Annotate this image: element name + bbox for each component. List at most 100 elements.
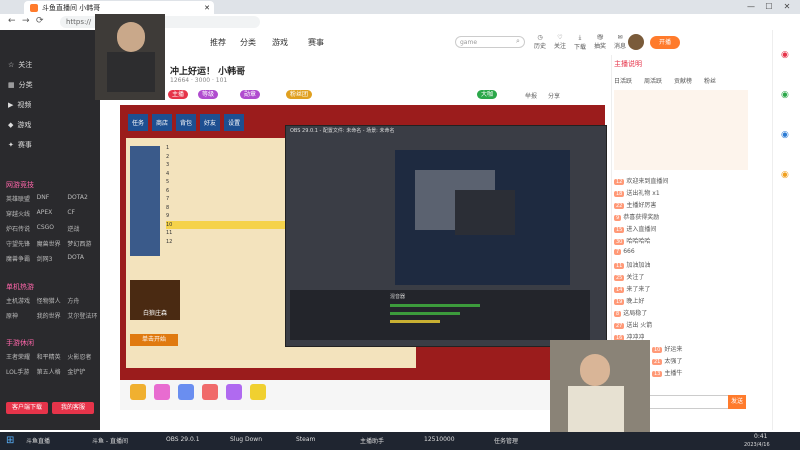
message-icon[interactable]: ✉ 消息 — [612, 34, 628, 50]
person-face — [580, 354, 610, 386]
sidebar-link[interactable]: 穿越火线 — [6, 209, 37, 218]
sidebar-link[interactable]: DOTA2 — [67, 194, 98, 203]
gift-icon[interactable] — [154, 384, 170, 400]
gift-icon[interactable]: 🎁︎ 抽奖 — [592, 34, 608, 50]
chat-tab[interactable]: 贡献榜 — [674, 76, 692, 85]
sidebar-link[interactable]: 王者荣耀 — [6, 352, 37, 361]
game-menu-item[interactable]: 背包 — [176, 114, 197, 131]
game-icon: ◆ — [8, 121, 14, 129]
chat-tab[interactable]: 粉丝 — [704, 76, 716, 85]
send-button[interactable]: 发送 — [728, 395, 746, 409]
share-link[interactable]: 分享 — [548, 91, 560, 100]
sidebar-link[interactable]: LOL手游 — [6, 367, 37, 376]
report-link[interactable]: 举报 — [525, 91, 537, 100]
gift-icon[interactable] — [130, 384, 146, 400]
game-menu-item[interactable]: 商店 — [152, 114, 173, 131]
search-icon[interactable]: ⌕ — [516, 37, 520, 46]
rank-badge[interactable]: 大咖 — [477, 90, 498, 99]
sidebar-link[interactable]: 梦幻西游 — [67, 239, 98, 248]
game-card-column — [130, 146, 160, 256]
streamer-webcam-overlay — [95, 14, 165, 100]
gift-icon[interactable] — [178, 384, 194, 400]
game-menu-item[interactable]: 设置 — [224, 114, 245, 131]
sidebar-link[interactable]: 炉石传说 — [6, 224, 37, 233]
gift-list — [130, 384, 266, 400]
download-icon[interactable]: ⤓ 下载 — [572, 34, 588, 51]
taskbar-time: 0:41 — [754, 433, 768, 440]
sidebar-link[interactable]: 剑网3 — [37, 254, 68, 263]
tool-icon[interactable]: ◉ — [781, 170, 789, 180]
sidebar-link[interactable]: APEX — [37, 209, 68, 218]
game-character-name: 白狼庄森 — [142, 310, 167, 317]
history-icon[interactable]: ◷ 历史 — [532, 34, 548, 50]
follow-icon[interactable]: ♡ 关注 — [552, 34, 568, 50]
close-window-button[interactable]: ✕ — [780, 2, 794, 12]
avatar[interactable] — [628, 34, 644, 50]
start-broadcast-button[interactable]: 开播 — [650, 36, 680, 49]
taskbar-item[interactable]: Slug Down — [230, 436, 262, 443]
nav-event[interactable]: 赛事 — [308, 37, 324, 48]
second-webcam-overlay — [550, 340, 650, 435]
sidebar-link[interactable]: 艾尔登法环 — [67, 311, 98, 320]
nav-recommend[interactable]: 推荐 — [210, 37, 226, 48]
sidebar-link[interactable]: CSGO — [37, 224, 68, 233]
room-title: 冲上好运！ 小韩哥 — [170, 67, 246, 77]
maximize-button[interactable]: ☐ — [762, 2, 776, 12]
browser-tab[interactable]: 斗鱼直播间 小韩哥 ✕ — [24, 1, 214, 14]
taskbar-item[interactable]: 12510000 — [424, 436, 455, 443]
nav-category[interactable]: 分类 — [240, 37, 256, 48]
sidebar-item-video[interactable]: ▶ 视频 — [8, 100, 31, 110]
sidebar-item-game[interactable]: ◆ 游戏 — [8, 120, 31, 130]
game-start-button[interactable]: 单击开始 — [130, 334, 178, 346]
gift-bar — [120, 380, 610, 410]
sidebar-link[interactable]: 逆战 — [67, 224, 98, 233]
minimize-button[interactable]: — — [744, 2, 758, 12]
chat-tab[interactable]: 周活跃 — [644, 76, 662, 85]
sidebar-link[interactable]: 英雄联盟 — [6, 194, 37, 203]
support-button[interactable]: 我的客服 — [52, 402, 94, 414]
sidebar-link[interactable]: 第五人格 — [37, 367, 68, 376]
sidebar-link[interactable]: CF — [67, 209, 98, 218]
sidebar-item-follow[interactable]: ☆ 关注 — [8, 60, 32, 70]
sidebar-link[interactable]: 和平精英 — [37, 352, 68, 361]
taskbar-item[interactable]: 主播助手 — [360, 436, 384, 445]
forward-icon[interactable]: → — [22, 16, 30, 26]
nav-game[interactable]: 游戏 — [272, 37, 288, 48]
gift-icon[interactable] — [226, 384, 242, 400]
back-icon[interactable]: ← — [8, 16, 16, 26]
taskbar-item[interactable]: 斗鱼直播 — [26, 436, 50, 445]
download-client-button[interactable]: 客户端下载 — [6, 402, 48, 414]
sidebar-item-category[interactable]: ▦ 分类 — [8, 80, 33, 90]
sidebar-link[interactable]: 方舟 — [67, 296, 98, 305]
refresh-icon[interactable]: ⟳ — [36, 16, 44, 26]
sidebar-link[interactable]: 守望先锋 — [6, 239, 37, 248]
gift-icon[interactable] — [202, 384, 218, 400]
sidebar-link[interactable]: 怪物猎人 — [37, 296, 68, 305]
sidebar-link[interactable]: 原神 — [6, 311, 37, 320]
sidebar-link[interactable]: 主机游戏 — [6, 296, 37, 305]
close-tab-icon[interactable]: ✕ — [204, 4, 210, 12]
sidebar-link[interactable]: 我的世界 — [37, 311, 68, 320]
taskbar-item[interactable]: 任务管理 — [494, 436, 518, 445]
taskbar-item[interactable]: 斗鱼 - 直播间 — [92, 436, 128, 445]
sidebar-link[interactable]: 火影忍者 — [67, 352, 98, 361]
sidebar-link[interactable]: 金铲铲 — [67, 367, 98, 376]
chat-message: 14 来了来了 — [614, 286, 651, 293]
taskbar-item[interactable]: OBS 29.0.1 — [166, 436, 200, 443]
windows-start-icon[interactable]: ⊞ — [6, 435, 14, 446]
tool-icon[interactable]: ◉ — [781, 50, 789, 60]
sidebar-item-event[interactable]: ✦ 赛事 — [8, 140, 32, 150]
sidebar-link[interactable]: 魔兽争霸 — [6, 254, 37, 263]
taskbar-item[interactable]: Steam — [296, 436, 315, 443]
gift-icon[interactable] — [250, 384, 266, 400]
search-input[interactable]: game — [455, 36, 525, 48]
sidebar-link[interactable]: DOTA — [67, 254, 98, 263]
tool-icon[interactable]: ◉ — [781, 90, 789, 100]
tool-icon[interactable]: ◉ — [781, 130, 789, 140]
sidebar-link[interactable]: 魔兽世界 — [37, 239, 68, 248]
sidebar-link[interactable]: DNF — [37, 194, 68, 203]
audio-meter — [390, 304, 480, 307]
chat-tab[interactable]: 日活跃 — [614, 76, 632, 85]
game-menu-item[interactable]: 任务 — [128, 114, 149, 131]
game-menu-item[interactable]: 好友 — [200, 114, 221, 131]
